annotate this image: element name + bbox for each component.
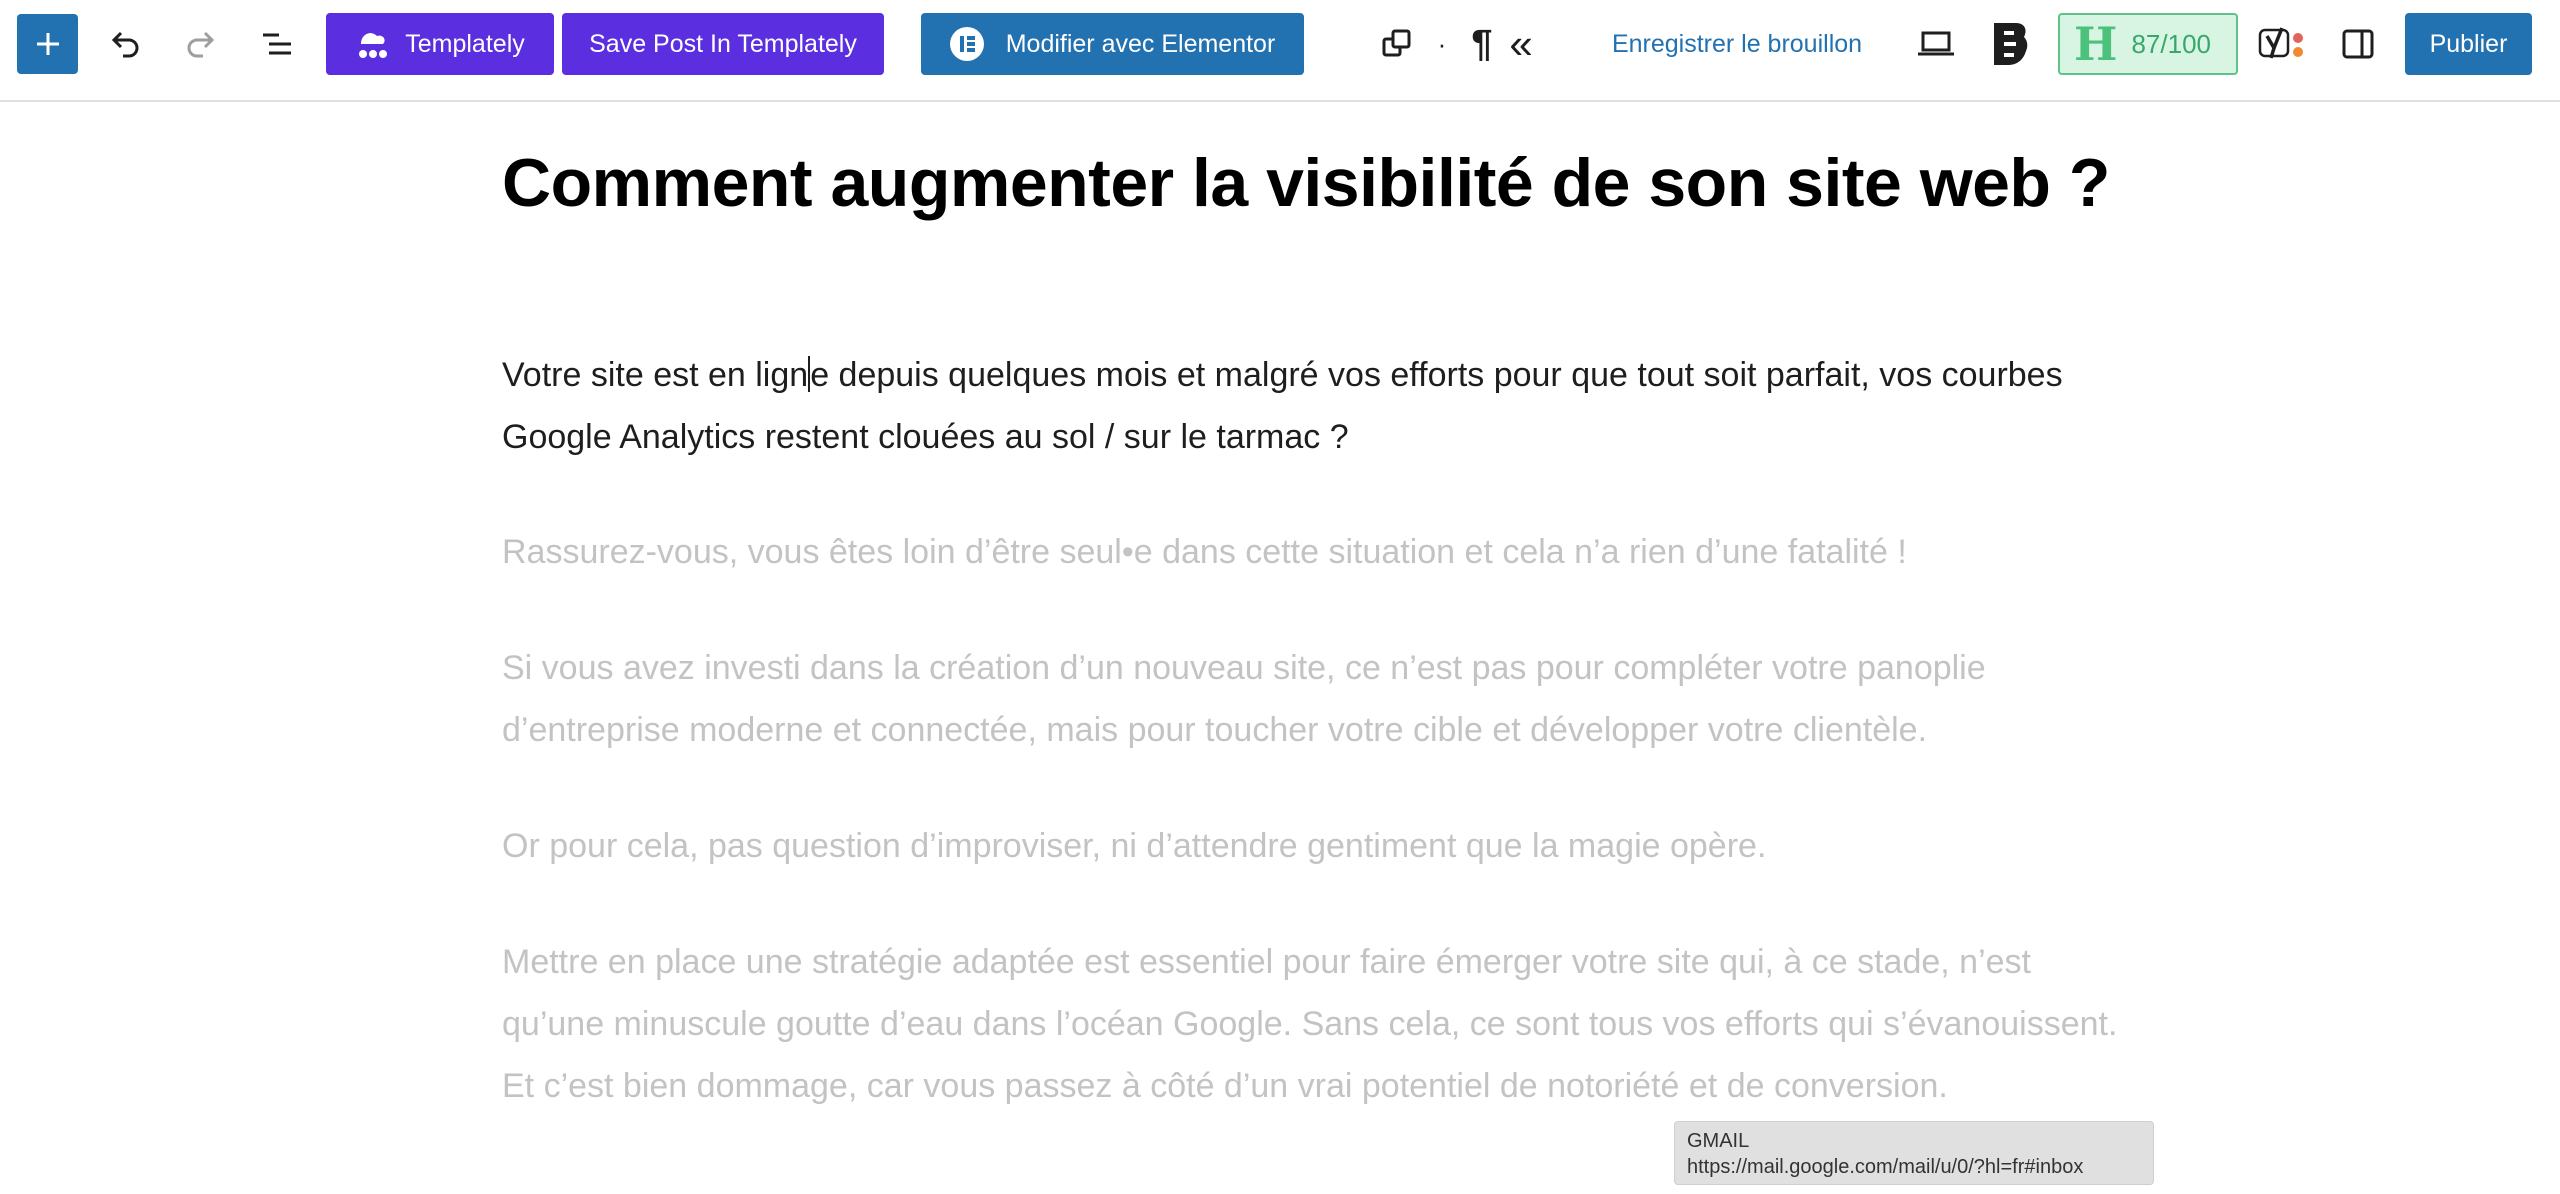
save-post-label: Save Post In Templately xyxy=(589,29,857,58)
plus-icon xyxy=(36,33,59,55)
hscore-button[interactable]: H 87/100 xyxy=(2058,13,2238,75)
b-logo-icon xyxy=(1994,23,2028,65)
save-draft-label: Enregistrer le brouillon xyxy=(1611,29,1863,58)
editor-canvas: Comment augmenter la visibilité de son s… xyxy=(0,104,2560,1194)
add-block-button[interactable] xyxy=(17,14,78,74)
paragraph-block[interactable]: Or pour cela, pas question d’improviser,… xyxy=(502,815,2122,877)
sidebar-toggle-icon xyxy=(2342,29,2374,59)
toolbar-separator: · xyxy=(1437,28,1447,59)
copy-block-button[interactable] xyxy=(1374,14,1420,74)
templately-button[interactable]: Templately xyxy=(326,13,554,75)
save-draft-button[interactable]: Enregistrer le brouillon xyxy=(1592,14,1882,74)
paragraph-block[interactable]: Si vous avez investi dans la création d’… xyxy=(502,637,2122,761)
post-title[interactable]: Comment augmenter la visibilité de son s… xyxy=(502,144,2142,222)
hscore-logo: H xyxy=(2074,17,2118,71)
b-plugin-button[interactable] xyxy=(1984,14,2036,74)
elementor-logo-icon xyxy=(949,27,984,61)
edit-with-elementor-button[interactable]: Modifier avec Elementor xyxy=(921,13,1304,75)
list-view-button[interactable] xyxy=(249,14,305,74)
paragraph-block[interactable]: Rassurez-vous, vous êtes loin d’être seu… xyxy=(502,521,2122,583)
hscore-value: 87/100 xyxy=(2131,28,2211,59)
editor-toolbar: Templately Save Post In Templately Modif… xyxy=(0,0,2560,102)
elementor-label: Modifier avec Elementor xyxy=(1005,29,1276,58)
redo-button[interactable] xyxy=(173,14,229,74)
paragraph-text-before-caret: Votre site est en lign xyxy=(502,356,809,394)
link-hover-tooltip: GMAIL https://mail.google.com/mail/u/0/?… xyxy=(1674,1121,2154,1185)
yoast-seo-button[interactable] xyxy=(2254,14,2310,74)
publish-button[interactable]: Publier xyxy=(2405,13,2532,75)
yoast-icon xyxy=(2258,27,2303,59)
redo-icon xyxy=(187,31,215,58)
paragraph-block-active[interactable]: Votre site est en ligne depuis quelques … xyxy=(502,344,2122,468)
paragraph-block-button[interactable]: ¶ xyxy=(1462,14,1502,74)
paragraph-block[interactable]: Mettre en place une stratégie adaptée es… xyxy=(502,931,2122,1117)
undo-icon xyxy=(111,31,139,58)
tooltip-url: https://mail.google.com/mail/u/0/?hl=fr#… xyxy=(1687,1156,2084,1178)
list-view-icon xyxy=(263,33,291,55)
save-post-in-templately-button[interactable]: Save Post In Templately xyxy=(562,13,884,75)
templately-label: Templately xyxy=(405,29,525,58)
laptop-icon xyxy=(1918,31,1954,56)
publish-label: Publier xyxy=(2429,29,2508,58)
copy-icon xyxy=(1382,29,1411,57)
undo-button[interactable] xyxy=(97,14,153,74)
settings-sidebar-button[interactable] xyxy=(2330,14,2386,74)
preview-button[interactable] xyxy=(1910,14,1962,74)
tooltip-title: GMAIL xyxy=(1687,1130,1750,1152)
collapse-chevrons-button[interactable]: « xyxy=(1500,14,1542,74)
templately-logo-icon xyxy=(359,33,388,58)
